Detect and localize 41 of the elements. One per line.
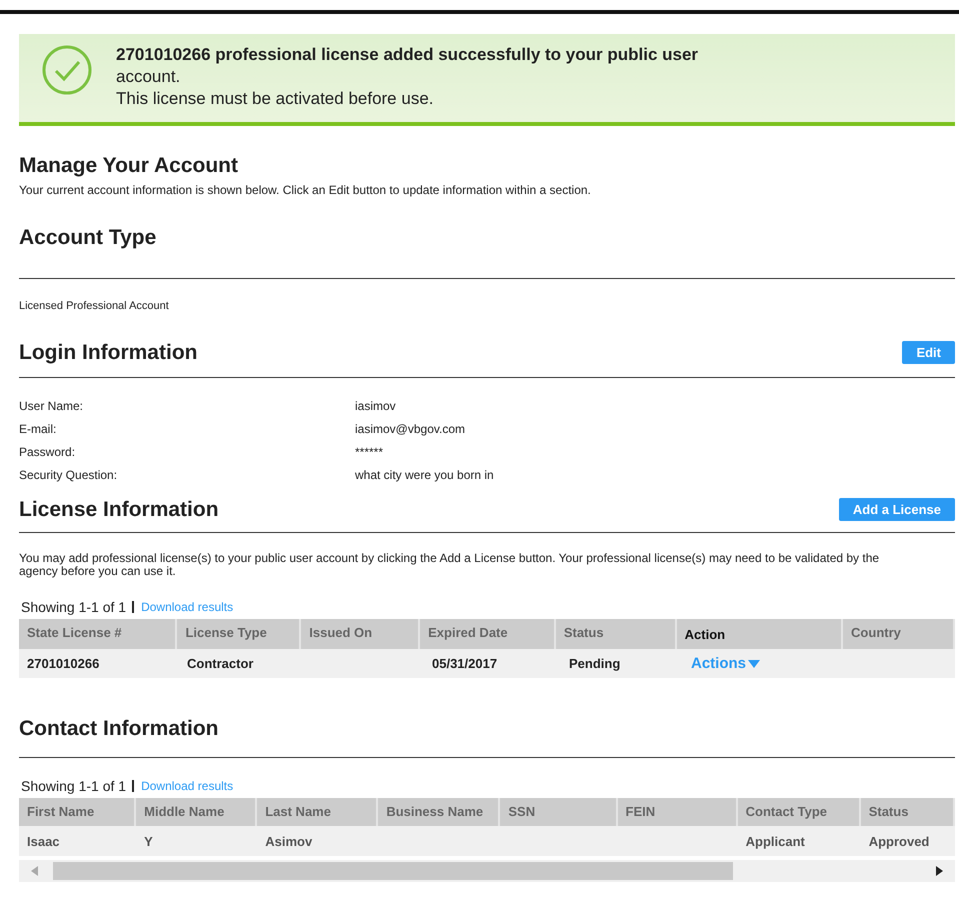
results-count: Showing 1-1 of 1 (21, 778, 126, 794)
table-cell: 05/31/2017 (432, 656, 498, 671)
account-type-value: Licensed Professional Account (19, 300, 170, 312)
table-cell: Contractor (187, 656, 254, 671)
section-title: License Information (19, 498, 219, 522)
field-label: User Name: (19, 399, 84, 415)
table-cell: Applicant (746, 834, 805, 848)
table-cell: Asimov (265, 834, 312, 848)
field-value: iasimov (355, 399, 396, 415)
field-label: Security Question: (19, 468, 118, 484)
field-label: Password: (19, 445, 76, 461)
section-title: Contact Information (19, 717, 218, 741)
scrollbar-thumb[interactable] (53, 862, 733, 880)
field-value: ****** (355, 445, 384, 461)
field-value: iasimov@vbgov.com (355, 422, 465, 438)
table-cell: Isaac (27, 834, 60, 848)
banner-headline: 2701010266 professional license added successfully to your public user (116, 44, 698, 66)
scroll-right-icon[interactable] (935, 866, 943, 876)
download-results-link[interactable]: Download results (141, 600, 234, 614)
check-circle-icon (41, 44, 93, 96)
actions-dropdown[interactable]: Actions (691, 655, 760, 672)
caret-icon (748, 660, 760, 668)
table-cell: Pending (569, 656, 620, 671)
table-cell: Approved (868, 834, 930, 848)
section-description: Your current account information is shown below. Click an Edit button to update information within a section. (19, 183, 592, 197)
banner-message: This license must be activated before use. (116, 88, 434, 110)
edit-button[interactable]: Edit (902, 341, 955, 364)
add-license-button[interactable]: Add a License (838, 498, 955, 521)
section-title: Login Information (19, 341, 198, 365)
section-title: Manage Your Account (19, 154, 239, 178)
field-value: what city were you born in (355, 468, 494, 484)
horizontal-scrollbar[interactable] (19, 860, 955, 882)
section-description: You may add professional license(s) to your public user account by clicking the Add a License button. Your professional license(s) may need to be validated by the agency before you can use it. (19, 552, 880, 578)
section-title: Account Type (19, 226, 156, 250)
banner-message: account. (116, 66, 182, 88)
download-results-link[interactable]: Download results (141, 779, 234, 793)
scroll-left-icon[interactable] (31, 866, 39, 876)
results-count: Showing 1-1 of 1 (21, 599, 126, 615)
table-cell: 2701010266 (27, 656, 100, 671)
table-cell: Y (144, 834, 153, 848)
field-label: E-mail: (19, 422, 58, 438)
